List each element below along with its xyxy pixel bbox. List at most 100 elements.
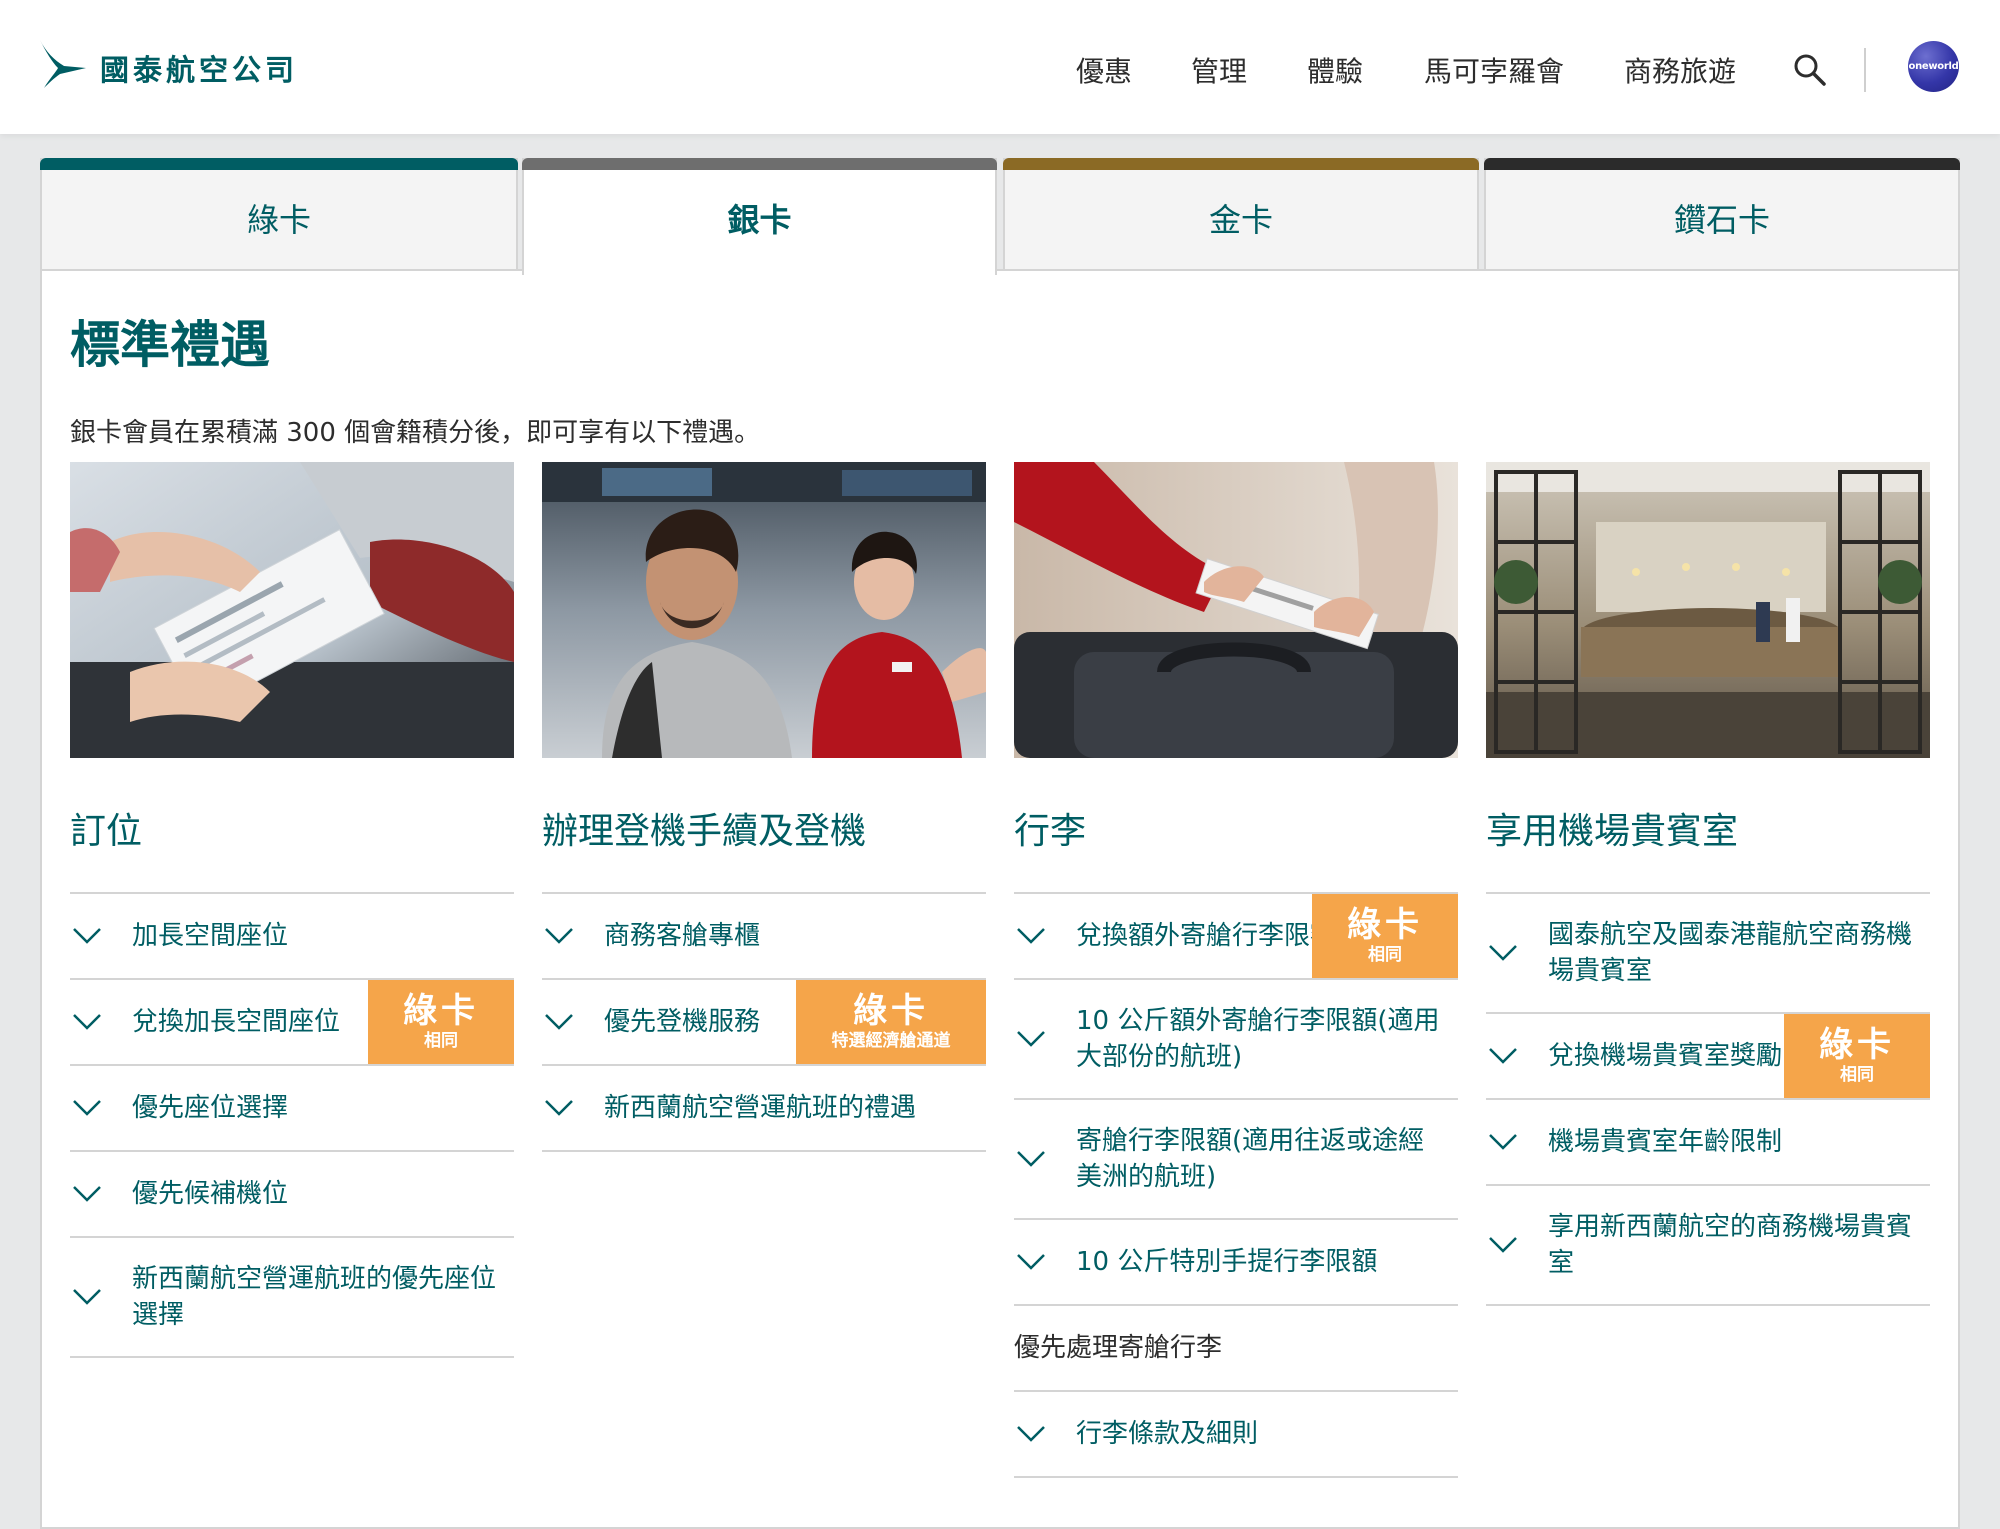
cathay-logo[interactable]: 國泰航空公司: [38, 34, 298, 94]
badge-note: 相同: [1840, 1065, 1874, 1085]
tab-label: 銀卡: [727, 201, 792, 239]
chevron-down-icon: [545, 1100, 573, 1116]
tab-color-bar: [1003, 158, 1479, 170]
baggage-photo: [1014, 462, 1458, 758]
chevron-down-icon: [73, 928, 101, 944]
benefit-row-americas-baggage[interactable]: 寄艙行李限額(適用往返或途經美洲的航班): [1014, 1100, 1458, 1220]
chevron-down-icon: [545, 1014, 573, 1030]
benefit-label: 寄艙行李限額(適用往返或途經美洲的航班): [1076, 1126, 1425, 1192]
nav-business-travel[interactable]: 商務旅遊: [1624, 50, 1736, 94]
benefit-row-cathay-lounges[interactable]: 國泰航空及國泰港龍航空商務機場貴賓室: [1486, 894, 1930, 1014]
benefit-label: 優先座位選擇: [132, 1093, 289, 1123]
badge-note: 相同: [424, 1031, 458, 1051]
benefit-label: 優先處理寄艙行李: [1014, 1333, 1223, 1363]
search-icon[interactable]: [1793, 53, 1827, 87]
badge-tier: 綠卡: [1347, 905, 1423, 945]
column-booking: 訂位 加長空間座位 兌換加長空間座位 綠卡 相同 優先座位選擇 優先候補機位 新…: [70, 462, 514, 1358]
tab-color-bar: [1484, 158, 1960, 170]
chevron-down-icon: [1017, 1254, 1045, 1270]
benefit-row-priority-baggage: 優先處理寄艙行李: [1014, 1306, 1458, 1392]
intro-text: 銀卡會員在累積滿 300 個會籍積分後，即可享有以下禮遇。: [70, 418, 761, 448]
benefit-label: 新西蘭航空營運航班的禮遇: [604, 1093, 917, 1123]
tab-green-card[interactable]: 綠卡: [40, 158, 518, 271]
nav-marco-polo[interactable]: 馬可孛羅會: [1424, 50, 1564, 94]
tab-gold-card[interactable]: 金卡: [1003, 158, 1479, 271]
benefit-list: 兌換額外寄艙行李限額 綠卡 相同 10 公斤額外寄艙行李限額(適用大部份的航班)…: [1014, 892, 1458, 1478]
tab-label: 鑽石卡: [1673, 201, 1770, 239]
benefit-row-redeem-extra-baggage[interactable]: 兌換額外寄艙行李限額 綠卡 相同: [1014, 894, 1458, 980]
benefit-row-redeem-lounge[interactable]: 兌換機場貴賓室獎勵 綠卡 相同: [1486, 1014, 1930, 1100]
benefit-label: 機場貴賓室年齡限制: [1548, 1127, 1783, 1157]
benefit-label: 10 公斤特別手提行李限額: [1076, 1247, 1378, 1277]
chevron-down-icon: [73, 1289, 101, 1305]
tab-label: 金卡: [1208, 201, 1273, 239]
chevron-down-icon: [1017, 1031, 1045, 1047]
chevron-down-icon: [1489, 1134, 1517, 1150]
benefit-list: 加長空間座位 兌換加長空間座位 綠卡 相同 優先座位選擇 優先候補機位 新西蘭航…: [70, 892, 514, 1358]
benefit-row-air-nz-benefits[interactable]: 新西蘭航空營運航班的禮遇: [542, 1066, 986, 1152]
logo-text: 國泰航空公司: [100, 52, 299, 87]
tab-label: 綠卡: [246, 201, 311, 239]
benefit-label: 國泰航空及國泰港龍航空商務機場貴賓室: [1548, 920, 1913, 986]
benefit-row-baggage-terms[interactable]: 行李條款及細則: [1014, 1392, 1458, 1478]
chevron-down-icon: [1017, 1151, 1045, 1167]
benefit-row-air-nz-seat[interactable]: 新西蘭航空營運航班的優先座位選擇: [70, 1238, 514, 1358]
nav-divider: [1864, 48, 1866, 92]
benefit-row-10kg-cabin-baggage[interactable]: 10 公斤特別手提行李限額: [1014, 1220, 1458, 1306]
chevron-down-icon: [1017, 1426, 1045, 1442]
benefit-row-extra-legroom[interactable]: 加長空間座位: [70, 894, 514, 980]
badge-tier: 綠卡: [1819, 1025, 1895, 1065]
benefit-row-lounge-age-limit[interactable]: 機場貴賓室年齡限制: [1486, 1100, 1930, 1186]
chevron-down-icon: [73, 1014, 101, 1030]
benefit-label: 享用新西蘭航空的商務機場貴賓室: [1548, 1212, 1913, 1278]
tab-diamond-card[interactable]: 鑽石卡: [1484, 158, 1960, 271]
benefit-label: 加長空間座位: [132, 921, 289, 951]
benefit-label: 行李條款及細則: [1076, 1419, 1259, 1449]
column-check-in: 辦理登機手續及登機 商務客艙專櫃 優先登機服務 綠卡 特選經濟艙通道 新西蘭航空…: [542, 462, 986, 1152]
tier-badge: 綠卡 相同: [368, 980, 514, 1064]
benefit-label: 商務客艙專櫃: [604, 921, 761, 951]
benefit-label: 優先候補機位: [132, 1179, 289, 1209]
check-in-photo: [542, 462, 986, 758]
page-title: 標準禮遇: [70, 316, 270, 374]
nav-offers[interactable]: 優惠: [1076, 50, 1132, 94]
benefit-list: 國泰航空及國泰港龍航空商務機場貴賓室 兌換機場貴賓室獎勵 綠卡 相同 機場貴賓室…: [1486, 892, 1930, 1306]
booking-photo: [70, 462, 514, 758]
chevron-down-icon: [1017, 928, 1045, 944]
brushwing-logo-icon: [40, 40, 86, 88]
chevron-down-icon: [73, 1100, 101, 1116]
tab-silver-card[interactable]: 銀卡: [522, 158, 997, 275]
chevron-down-icon: [545, 928, 573, 944]
column-title: 訂位: [70, 811, 143, 852]
column-baggage: 行李 兌換額外寄艙行李限額 綠卡 相同 10 公斤額外寄艙行李限額(適用大部份的…: [1014, 462, 1458, 1478]
chevron-down-icon: [1489, 1237, 1517, 1253]
benefit-list: 商務客艙專櫃 優先登機服務 綠卡 特選經濟艙通道 新西蘭航空營運航班的禮遇: [542, 892, 986, 1152]
column-title: 享用機場貴賓室: [1486, 811, 1739, 852]
chevron-down-icon: [73, 1186, 101, 1202]
tab-color-bar: [522, 158, 997, 170]
benefit-row-air-nz-lounge[interactable]: 享用新西蘭航空的商務機場貴賓室: [1486, 1186, 1930, 1306]
benefit-row-priority-seat[interactable]: 優先座位選擇: [70, 1066, 514, 1152]
benefit-row-priority-boarding[interactable]: 優先登機服務 綠卡 特選經濟艙通道: [542, 980, 986, 1066]
tier-badge: 綠卡 相同: [1312, 894, 1458, 978]
benefit-row-business-counter[interactable]: 商務客艙專櫃: [542, 894, 986, 980]
column-lounge: 享用機場貴賓室 國泰航空及國泰港龍航空商務機場貴賓室 兌換機場貴賓室獎勵 綠卡 …: [1486, 462, 1930, 1306]
tier-badge: 綠卡 相同: [1784, 1014, 1930, 1098]
badge-tier: 綠卡: [403, 991, 479, 1031]
benefit-row-10kg-extra-baggage[interactable]: 10 公斤額外寄艙行李限額(適用大部份的航班): [1014, 980, 1458, 1100]
benefit-row-priority-waitlist[interactable]: 優先候補機位: [70, 1152, 514, 1238]
column-title: 辦理登機手續及登機: [542, 811, 867, 852]
oneworld-logo[interactable]: oneworld: [1908, 41, 1959, 92]
badge-note: 相同: [1368, 945, 1402, 965]
chevron-down-icon: [1489, 945, 1517, 961]
benefit-label: 新西蘭航空營運航班的優先座位選擇: [132, 1264, 497, 1330]
tier-badge: 綠卡 特選經濟艙通道: [796, 980, 986, 1064]
nav-experience[interactable]: 體驗: [1307, 50, 1363, 94]
nav-manage[interactable]: 管理: [1191, 50, 1247, 94]
benefit-row-redeem-legroom[interactable]: 兌換加長空間座位 綠卡 相同: [70, 980, 514, 1066]
badge-note: 特選經濟艙通道: [831, 1031, 951, 1051]
benefit-label: 10 公斤額外寄艙行李限額(適用大部份的航班): [1076, 1006, 1440, 1072]
site-header: 國泰航空公司 優惠 管理 體驗 馬可孛羅會 商務旅遊 oneworld: [0, 0, 2000, 134]
lounge-photo: [1486, 462, 1930, 758]
chevron-down-icon: [1489, 1048, 1517, 1064]
